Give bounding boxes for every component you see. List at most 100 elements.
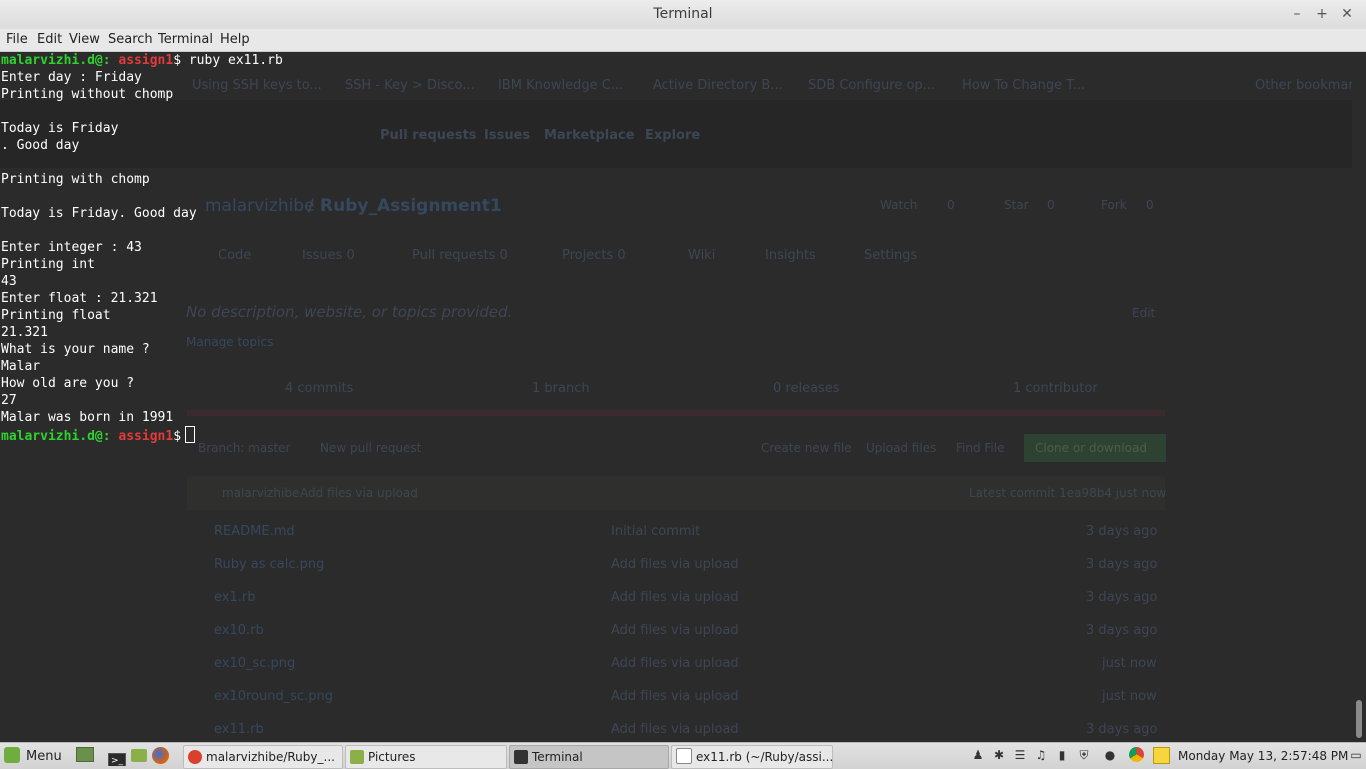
ghost-bookmark: SDB Configure op... [808,78,936,93]
maximize-button[interactable]: + [1312,4,1332,24]
taskbar-window-browser[interactable]: malarvizhibe/Ruby_... [183,745,343,769]
terminal-prompt-line: malarvizhi.d@: assign1$ ruby ex11.rb [1,52,283,69]
ghost-file-age: 3 days ago [1086,557,1158,572]
chrome-tray-icon[interactable] [1128,747,1144,763]
ghost-file-age: 3 days ago [1086,524,1158,539]
terminal-view[interactable]: Using SSH keys to... SSH - Key > Disco..… [0,52,1352,742]
ghost-file-name: Ruby as calc.png [214,557,325,572]
wifi-icon[interactable]: ☰ [1012,747,1028,763]
ghost-bookmark: SSH - Key > Disco... [345,78,475,93]
battery-icon[interactable]: ▮ [1054,747,1070,763]
ghost-file-msg: Add files via upload [611,656,739,671]
scrollbar-thumb[interactable] [1356,700,1362,738]
volume-icon[interactable]: ♫ [1033,747,1049,763]
prompt-symbol: $ [173,429,182,444]
ghost-repo-sep: / [308,196,314,216]
chrome-icon [188,750,202,764]
ghost-file-msg: Initial commit [611,524,701,539]
terminal-output-line: 21.321 [1,325,48,340]
menu-search[interactable]: Search [108,31,153,49]
terminal-output-line: Malar [1,359,41,374]
show-desktop-icon[interactable] [76,746,96,766]
terminal-output-line: 27 [1,393,17,408]
menu-edit[interactable]: Edit [37,31,62,49]
terminal-output-line: 43 [1,274,17,289]
ghost-commit-msg: Add files via upload [300,486,418,500]
menu-terminal[interactable]: Terminal [158,31,213,49]
user-icon[interactable]: ♟ [970,747,986,763]
ghost-file-name: ex10.rb [214,623,264,638]
ghost-nav: Pull requests [380,128,477,143]
ghost-action: Upload files [866,441,937,455]
ghost-bookmark: Other bookmarks [1255,78,1352,93]
ghost-file-age: just now [1102,656,1157,671]
ghost-star: Star [1004,198,1029,212]
ghost-action: Clone or download [1035,441,1147,455]
ghost-file-msg: Add files via upload [611,722,739,737]
clock[interactable]: Monday May 13, 2:57:48 PM [1178,746,1348,766]
window-titlebar: Terminal – + ✕ [0,0,1366,30]
ghost-file-name: ex10_sc.png [214,656,296,671]
ghost-file-age: 3 days ago [1086,722,1158,737]
ghost-repo-name: Ruby_Assignment1 [320,196,502,216]
ghost-file-name: ex11.rb [214,722,264,737]
terminal-cursor [185,426,196,443]
terminal-output-line: Enter float : 21.321 [1,291,158,306]
ghost-tab: Settings [864,248,918,263]
ghost-action: Find File [956,441,1005,455]
ghost-fork-count: 0 [1146,198,1154,212]
menu-file[interactable]: File [6,31,28,49]
files-launcher-icon[interactable] [131,746,149,766]
terminal-output-line: How old are you ? [1,376,135,391]
terminal-launcher-icon[interactable]: >_ [108,746,126,766]
ghost-branch: Branch: master [198,441,291,455]
terminal-output-line: Enter integer : 43 [1,240,142,255]
taskbar-window-editor[interactable]: ex11.rb (~/Ruby/assi... [671,745,833,769]
menu-view[interactable]: View [69,31,100,49]
taskbar-window-label: ex11.rb (~/Ruby/assi... [696,750,833,764]
close-button[interactable]: ✕ [1337,4,1357,24]
terminal-output-line: Today is Friday [1,121,119,136]
bluetooth-icon[interactable]: ✱ [991,747,1007,763]
start-menu-label: Menu [26,749,62,764]
ghost-tab: Wiki [688,248,716,263]
firefox-launcher-icon[interactable] [152,746,172,766]
shield-icon[interactable]: ⛨ [1076,747,1092,763]
terminal-output-line: Printing int [1,257,95,272]
terminal-prompt-line: malarvizhi.d@: assign1$ [1,426,283,444]
ghost-file-age: just now [1102,689,1157,704]
prompt-directory: assign1 [118,429,174,444]
taskbar-window-pictures[interactable]: Pictures [345,745,507,769]
terminal-output-line: Printing float [1,308,111,323]
terminal-output-line: Printing without chomp [1,87,174,102]
taskbar-window-terminal[interactable]: Terminal [509,745,669,769]
ghost-nav: Marketplace [544,128,635,143]
notifications-icon[interactable]: ▭ [1348,747,1364,763]
chat-icon[interactable]: ● [1102,747,1118,763]
start-menu-button[interactable]: Menu [4,746,68,766]
ghost-stat: 1 branch [532,381,590,396]
notes-icon[interactable] [1153,747,1170,764]
prompt-command: ruby ex11.rb [181,53,283,68]
ghost-file-msg: Add files via upload [611,623,739,638]
minimize-button[interactable]: – [1287,4,1307,24]
ghost-bookmark: Active Directory B... [653,78,783,93]
terminal-scrollbar[interactable] [1352,52,1366,742]
ghost-nav: Issues [484,128,531,143]
terminal-output-line: Enter day : Friday [1,70,142,85]
ghost-watch-count: 0 [947,198,955,212]
ghost-tab: Issues 0 [302,248,355,263]
folder-icon [350,750,364,764]
ghost-new-pr: New pull request [320,441,422,455]
ghost-file-age: 3 days ago [1086,590,1158,605]
ghost-latest-commit: Latest commit 1ea98b4 just now [969,486,1167,500]
menu-help[interactable]: Help [220,31,250,49]
ghost-tab: Insights [765,248,816,263]
ghost-bookmark: How To Change T... [962,78,1086,93]
prompt-symbol: $ [173,53,182,68]
taskbar-window-label: Pictures [368,750,416,764]
terminal-output-line: Printing with chomp [1,172,150,187]
